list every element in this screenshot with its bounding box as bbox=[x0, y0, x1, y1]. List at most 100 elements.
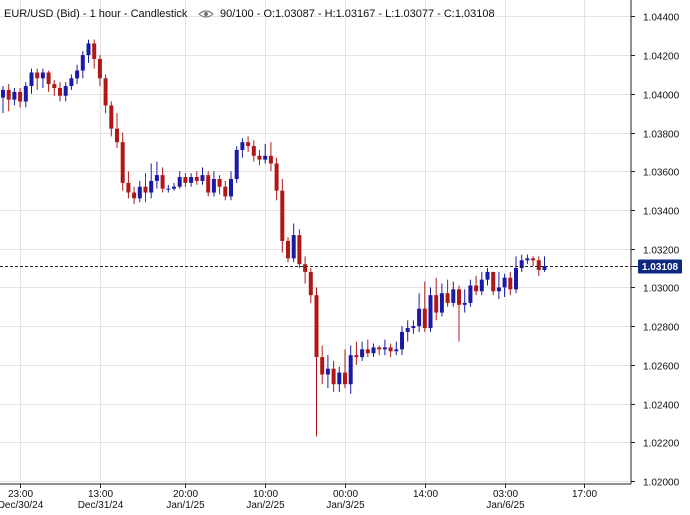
candle-body bbox=[331, 368, 336, 385]
x-tick-time-label: 17:00 bbox=[572, 489, 597, 500]
candle-body bbox=[491, 271, 496, 292]
candle-body bbox=[308, 271, 313, 296]
x-tick-date-label: Jan/6/25 bbox=[486, 500, 525, 510]
x-tick-date-label: Dec/31/24 bbox=[78, 500, 124, 510]
candle-body bbox=[274, 163, 279, 191]
interval-label: 1 hour bbox=[90, 8, 122, 20]
candle-body bbox=[263, 155, 268, 160]
candle-body bbox=[52, 84, 57, 88]
candle-body bbox=[143, 186, 148, 193]
candle-body bbox=[531, 258, 536, 261]
candle-body bbox=[80, 55, 85, 71]
candle-body bbox=[496, 287, 501, 292]
candle-body bbox=[46, 72, 51, 85]
candle-body bbox=[451, 289, 456, 303]
candle-up bbox=[234, 146, 239, 183]
x-tick-time-label: 20:00 bbox=[173, 489, 198, 500]
candle-body bbox=[536, 260, 541, 270]
candle-body bbox=[411, 326, 416, 329]
candle-body bbox=[445, 293, 450, 303]
x-tick-time-label: 14:00 bbox=[413, 489, 438, 500]
candle-body bbox=[457, 289, 461, 305]
candle-body bbox=[400, 331, 404, 350]
candle-body bbox=[194, 177, 199, 181]
y-tick-label: 1.02800 bbox=[643, 323, 680, 334]
candle-body bbox=[29, 72, 34, 87]
close-label: C:1.03108 bbox=[444, 8, 495, 20]
candle-body bbox=[97, 58, 102, 79]
candle-body bbox=[206, 175, 211, 193]
candle-body bbox=[172, 186, 176, 189]
candle-body bbox=[246, 142, 251, 147]
candle-body bbox=[177, 177, 182, 187]
y-tick-label: 1.03000 bbox=[643, 284, 680, 295]
candle-body bbox=[297, 235, 302, 265]
candle-body bbox=[126, 182, 131, 193]
high-label: H:1.03167 bbox=[325, 8, 376, 20]
candle-body bbox=[183, 177, 188, 183]
candle-body bbox=[303, 264, 308, 272]
candle-body bbox=[86, 43, 91, 56]
y-tick-label: 1.04000 bbox=[643, 91, 680, 102]
candle-body bbox=[63, 86, 68, 96]
candle-body bbox=[348, 355, 353, 385]
y-tick-label: 1.03800 bbox=[643, 130, 680, 141]
candle-body bbox=[189, 177, 194, 183]
candle-body bbox=[337, 372, 342, 385]
candle-body bbox=[479, 279, 484, 292]
candlestick-chart: 1.04400 1.04200 1.04000 1.03800 1.03600 1.034… bbox=[0, 0, 690, 511]
x-tick-date-label: Jan/3/25 bbox=[326, 500, 365, 510]
y-tick-label: 1.02200 bbox=[643, 439, 680, 450]
candle-body bbox=[514, 268, 518, 290]
y-tick-label: 1.03600 bbox=[643, 168, 680, 179]
y-tick-label: 1.03400 bbox=[643, 207, 680, 218]
x-tick-time-label: 03:00 bbox=[493, 489, 518, 500]
low-label: L:1.03077 bbox=[385, 8, 434, 20]
candle-body bbox=[211, 178, 216, 193]
x-tick-time-label: 13:00 bbox=[88, 489, 113, 500]
candle-body bbox=[75, 70, 80, 79]
x-tick-date-label: Dec/30/24 bbox=[0, 500, 44, 510]
candle-body bbox=[382, 347, 387, 350]
chart-title: EUR/USD (Bid) - 1 hour - Candlestick bbox=[4, 8, 188, 20]
candle-body bbox=[23, 86, 28, 102]
candle-body bbox=[394, 349, 399, 352]
candle-body bbox=[120, 142, 125, 183]
candle-body bbox=[115, 128, 119, 143]
candle-body bbox=[35, 72, 40, 79]
range-label: 90/100 bbox=[220, 8, 254, 20]
candle-body bbox=[388, 347, 393, 352]
candle-body bbox=[92, 43, 97, 59]
candle-body bbox=[422, 308, 427, 329]
candle-body bbox=[439, 293, 444, 313]
x-tick-time-label: 23:00 bbox=[8, 489, 33, 500]
candle-body bbox=[417, 308, 422, 327]
candle-body bbox=[58, 87, 62, 96]
candle-body bbox=[103, 78, 108, 106]
candle-body bbox=[291, 235, 296, 259]
candle-body bbox=[508, 277, 513, 290]
candle-body bbox=[200, 175, 205, 181]
candle-body bbox=[69, 78, 74, 87]
candle-body bbox=[320, 357, 325, 375]
candle-body bbox=[405, 328, 410, 332]
candle-body bbox=[149, 180, 154, 193]
style-label: Candlestick bbox=[131, 8, 188, 20]
chart-header: EUR/USD (Bid) - 1 hour - Candlestick 90/… bbox=[4, 8, 495, 20]
candle-body bbox=[434, 295, 439, 313]
candle-body bbox=[137, 186, 142, 199]
candle-body bbox=[18, 91, 23, 102]
candle-body bbox=[474, 285, 479, 292]
candle-body bbox=[257, 155, 262, 160]
candle-body bbox=[428, 295, 433, 329]
candle-body bbox=[354, 355, 359, 358]
y-tick-label: 1.04200 bbox=[643, 52, 680, 63]
candle-body bbox=[314, 295, 319, 358]
last-price-tag: 1.03108 bbox=[638, 259, 682, 274]
x-tick-date-label: Jan/2/25 bbox=[246, 500, 285, 510]
candle-body bbox=[229, 178, 233, 197]
candle-body bbox=[223, 186, 228, 197]
candle-body bbox=[12, 91, 17, 100]
y-tick-label: 1.02600 bbox=[643, 362, 680, 373]
y-tick-label: 1.03200 bbox=[643, 246, 680, 257]
